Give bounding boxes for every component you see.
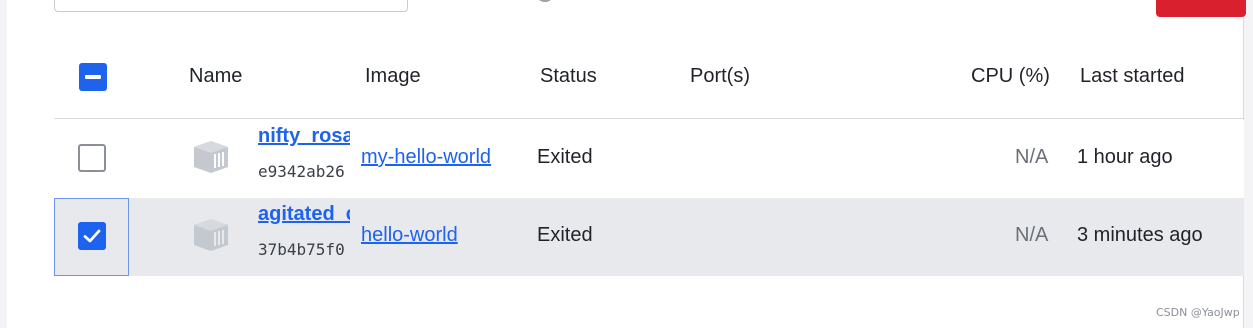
image-link[interactable]: hello-world <box>361 224 458 247</box>
last-started-value: 3 minutes ago <box>1077 224 1203 246</box>
cpu-value: N/A <box>1015 146 1049 168</box>
status-text: Exited <box>537 224 593 246</box>
image-link[interactable]: my-hello-world <box>361 146 491 169</box>
container-id: 37b4b75f0 <box>258 240 345 259</box>
row-checkbox[interactable] <box>78 144 106 172</box>
table-row[interactable]: agitated_c 37b4b75f0 hello-world Exited … <box>54 198 1244 276</box>
left-gutter <box>0 0 7 328</box>
table-row[interactable]: nifty_rosa e9342ab26 my-hello-world Exit… <box>54 120 1244 198</box>
column-header-last-started[interactable]: Last started <box>1080 65 1185 88</box>
toggle-icon[interactable] <box>535 0 555 2</box>
container-name-link[interactable]: nifty_rosa <box>258 125 350 148</box>
column-header-ports[interactable]: Port(s) <box>690 65 750 88</box>
column-header-cpu[interactable]: CPU (%) <box>971 65 1050 88</box>
select-all-checkbox[interactable] <box>79 63 107 91</box>
delete-button[interactable] <box>1156 0 1246 17</box>
container-icon <box>194 219 228 251</box>
container-icon <box>194 141 228 173</box>
column-header-name[interactable]: Name <box>189 65 242 88</box>
vertical-scrollbar[interactable] <box>1243 0 1253 328</box>
container-name-link[interactable]: agitated_c <box>258 203 350 226</box>
indeterminate-icon <box>85 75 101 79</box>
cpu-value: N/A <box>1015 224 1049 246</box>
column-header-image[interactable]: Image <box>365 65 421 88</box>
last-started-value: 1 hour ago <box>1077 146 1173 168</box>
search-input[interactable] <box>54 0 408 12</box>
row-checkbox[interactable] <box>78 222 106 250</box>
column-header-status[interactable]: Status <box>540 65 597 88</box>
watermark: CSDN @YaoJwp <box>1156 306 1240 319</box>
container-id: e9342ab26 <box>258 162 345 181</box>
checkmark-icon <box>83 229 101 243</box>
table-header: Name Image Status Port(s) CPU (%) Last s… <box>54 36 1244 119</box>
status-text: Exited <box>537 146 593 168</box>
